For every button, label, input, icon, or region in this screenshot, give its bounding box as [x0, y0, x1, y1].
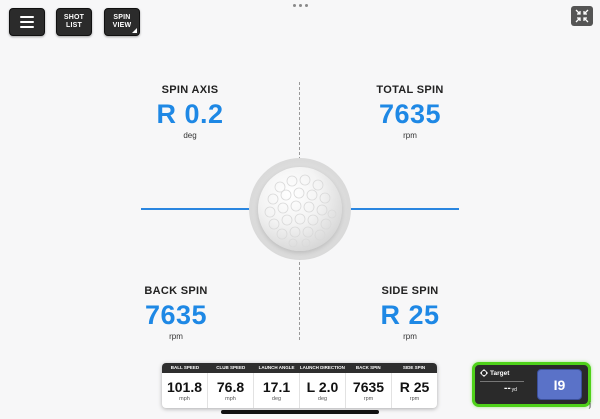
stats-values-row: 101.8 mph 76.8 mph 17.1 deg L 2.0 deg 76… [162, 373, 437, 408]
spin-view-screen: SHOT LIST SPIN VIEW SPIN AXIS R 0.2 deg … [0, 0, 600, 419]
stat-unit: deg [271, 395, 282, 402]
stat-ball-speed: 101.8 mph [162, 373, 208, 408]
side-spin-label: SIDE SPIN [381, 285, 439, 297]
home-indicator[interactable] [221, 410, 379, 414]
stats-header-launch-angle: LAUNCH ANGLE [258, 365, 295, 370]
target-label: Target [490, 369, 510, 377]
menu-button[interactable] [9, 8, 45, 36]
stats-header-row: BALL SPEED CLUB SPEED LAUNCH ANGLE LAUNC… [162, 363, 437, 373]
stat-launch-direction: L 2.0 deg [300, 373, 346, 408]
collapse-button[interactable] [571, 6, 593, 26]
stat-side-spin: R 25 rpm [392, 373, 437, 408]
side-spin-unit: rpm [403, 332, 417, 341]
hamburger-icon [20, 16, 34, 28]
target-club-panel: Target --yd I9 [472, 362, 591, 407]
stat-value: 7635 [352, 378, 385, 395]
golf-ball-icon [258, 167, 342, 251]
back-spin-label: BACK SPIN [144, 285, 208, 297]
shot-list-button[interactable]: SHOT LIST [56, 8, 92, 36]
back-spin-readout: BACK SPIN 7635 rpm [106, 285, 246, 341]
target-value: -- [504, 383, 511, 394]
corner-triangle-icon [132, 28, 137, 33]
spin-axis-value: R 0.2 [156, 99, 224, 129]
target-divider [480, 381, 524, 382]
stat-value: 17.1 [262, 378, 291, 395]
spin-axis-label: SPIN AXIS [161, 84, 219, 96]
golf-ball-dimples [264, 174, 337, 248]
stats-header-back-spin: BACK SPIN [355, 365, 381, 370]
spin-axis-unit: deg [183, 131, 197, 140]
target-value-group: --yd [504, 384, 528, 395]
target-unit: yd [511, 387, 517, 393]
stat-launch-angle: 17.1 deg [254, 373, 300, 408]
target-distance[interactable]: Target --yd [480, 369, 528, 403]
stat-club-speed: 76.8 mph [208, 373, 254, 408]
crosshair-icon [480, 369, 488, 377]
total-spin-unit: rpm [403, 131, 417, 140]
club-select-button[interactable]: I9 [537, 369, 582, 400]
stat-unit: rpm [409, 395, 420, 402]
total-spin-value: 7635 [378, 99, 442, 129]
spin-view-button[interactable]: SPIN VIEW [104, 8, 140, 36]
spin-axis-readout: SPIN AXIS R 0.2 deg [120, 84, 260, 140]
stat-unit: rpm [363, 395, 374, 402]
stat-unit: mph [179, 395, 190, 402]
side-spin-readout: SIDE SPIN R 25 rpm [340, 285, 480, 341]
side-spin-value: R 25 [380, 300, 440, 330]
back-spin-value: 7635 [144, 300, 208, 330]
shot-list-label: SHOT LIST [63, 14, 85, 29]
target-title: Target [480, 369, 528, 377]
stats-header-club-speed: CLUB SPEED [216, 365, 246, 370]
stat-back-spin: 7635 rpm [346, 373, 392, 408]
stat-unit: mph [225, 395, 236, 402]
spin-view-label: SPIN VIEW [112, 14, 132, 29]
collapse-arrows-icon [575, 9, 589, 23]
stats-header-ball-speed: BALL SPEED [170, 365, 200, 370]
stats-header-launch-direction: LAUNCH DIRECTION [299, 365, 345, 370]
stat-value: R 25 [399, 378, 430, 395]
stat-value: L 2.0 [306, 378, 339, 395]
back-spin-unit: rpm [169, 332, 183, 341]
multitask-dots-icon[interactable] [293, 4, 308, 7]
stat-value: 101.8 [166, 378, 203, 395]
club-label: I9 [553, 376, 566, 393]
stat-value: 76.8 [216, 378, 245, 395]
total-spin-readout: TOTAL SPIN 7635 rpm [340, 84, 480, 140]
total-spin-label: TOTAL SPIN [376, 84, 444, 96]
stats-header-side-spin: SIDE SPIN [402, 365, 426, 370]
stat-unit: deg [317, 395, 328, 402]
shot-stats-bar[interactable]: BALL SPEED CLUB SPEED LAUNCH ANGLE LAUNC… [162, 363, 437, 408]
corner-hook-icon: ⱼ [589, 396, 592, 410]
